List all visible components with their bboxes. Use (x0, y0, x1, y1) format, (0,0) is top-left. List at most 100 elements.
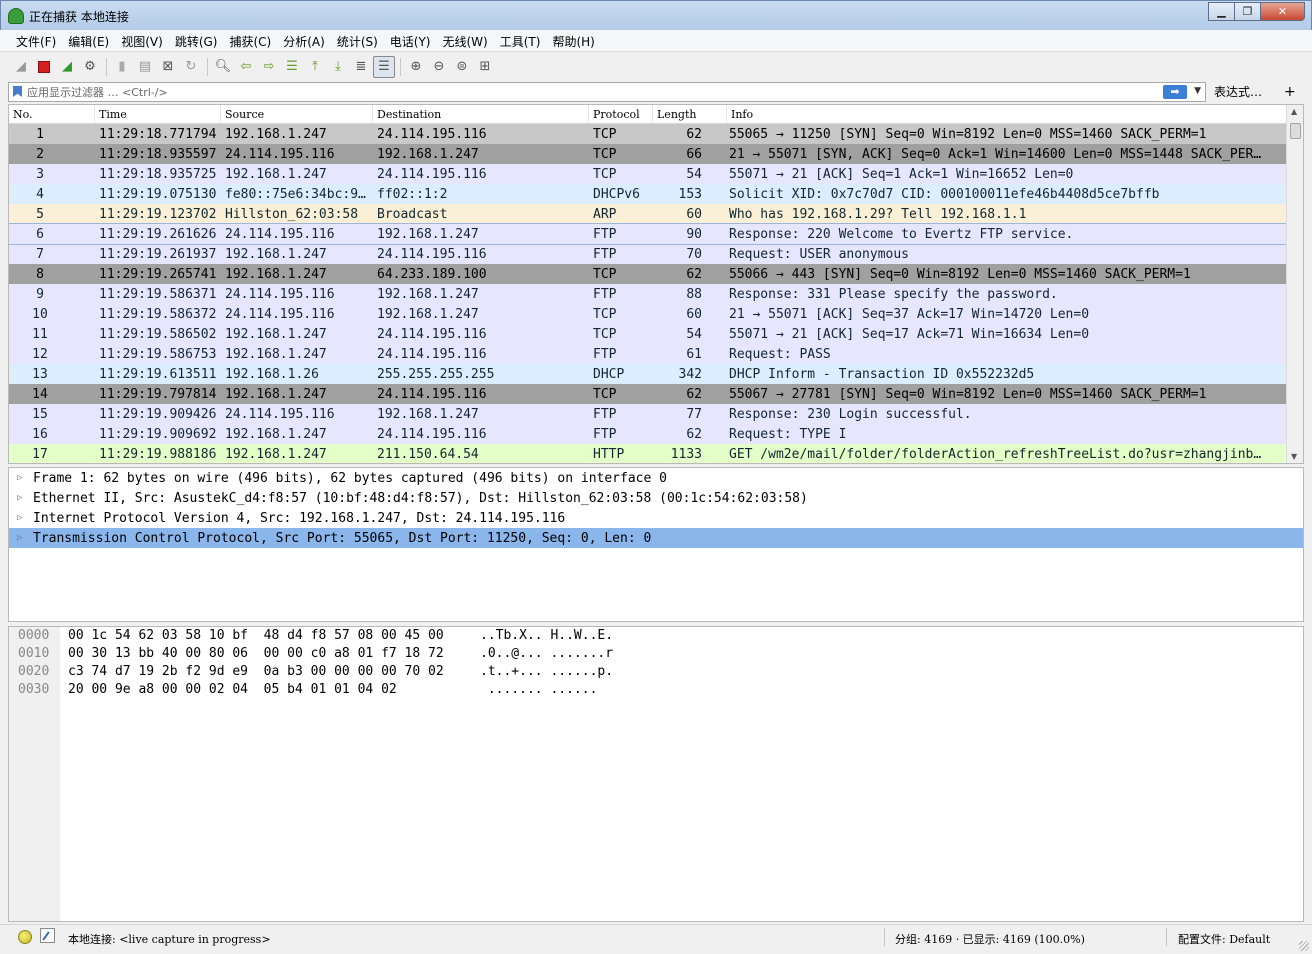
packet-row[interactable]: 17 11:29:19.988186 192.168.1.247 211.150.64… (9, 444, 1303, 463)
hex-bytes[interactable]: 00 30 13 bb 40 00 80 06 00 00 c0 a8 01 f… (60, 646, 472, 664)
packet-row[interactable]: 12 11:29:19.586753 192.168.1.247 24.114.195… (9, 344, 1303, 364)
packet-row[interactable]: 8 11:29:19.265741 192.168.1.247 64.233.189.… (9, 264, 1303, 284)
profile-status[interactable]: 配置文件: Default (1178, 931, 1270, 947)
packet-row[interactable]: 4 11:29:19.075130 fe80::75e6:34bc:9… ff02::… (9, 184, 1303, 204)
packet-row[interactable]: 9 11:29:19.586371 24.114.195.116 192.168.1.… (9, 284, 1303, 304)
expert-info-icon[interactable] (18, 930, 32, 944)
scroll-thumb[interactable] (1290, 123, 1301, 139)
zoom-in-icon[interactable]: ⊕ (405, 56, 427, 78)
packet-row[interactable]: 6 11:29:19.261626 24.114.195.116 192.168.1.… (9, 223, 1303, 245)
packet-time: 11:29:19.988186 (99, 446, 217, 462)
packet-row[interactable]: 16 11:29:19.909692 192.168.1.247 24.114.195… (9, 424, 1303, 444)
go-back-icon[interactable]: ⇦ (235, 56, 257, 78)
maximize-button[interactable]: ❐ (1234, 2, 1260, 21)
minimize-button[interactable]: ▁ (1208, 2, 1234, 21)
go-forward-icon[interactable]: ⇨ (258, 56, 280, 78)
expand-arrow-icon[interactable]: ▷ (17, 513, 33, 523)
menu-telephony[interactable]: 电话(Y) (384, 30, 437, 51)
detail-tree-item[interactable]: ▷ Frame 1: 62 bytes on wire (496 bits), 6… (9, 468, 1303, 488)
expand-arrow-icon[interactable]: ▷ (17, 533, 33, 543)
resize-grip-icon[interactable] (1299, 941, 1309, 951)
hex-ascii[interactable]: .0..@... .......r (472, 646, 613, 664)
expand-arrow-icon[interactable]: ▷ (17, 473, 33, 483)
last-packet-icon[interactable]: ⤓ (327, 56, 349, 78)
restart-icon[interactable]: ◢ (56, 56, 78, 78)
colorize-icon[interactable]: ☰ (373, 55, 395, 78)
packet-source: 24.114.195.116 (225, 286, 335, 302)
status-divider (884, 928, 885, 946)
column-header-time[interactable]: Time (95, 105, 221, 123)
packet-row[interactable]: 5 11:29:19.123702 Hillston_62:03:58 Broadca… (9, 204, 1303, 224)
apply-filter-icon[interactable]: ➡ (1163, 84, 1187, 99)
packet-row[interactable]: 10 11:29:19.586372 24.114.195.116 192.168.1… (9, 304, 1303, 324)
menu-capture[interactable]: 捕获(C) (223, 30, 277, 51)
hex-ascii[interactable]: ..Tb.X.. H..W..E. (472, 628, 613, 646)
menu-statistics[interactable]: 统计(S) (331, 30, 384, 51)
packet-row[interactable]: 13 11:29:19.613511 192.168.1.26 255.255.255… (9, 364, 1303, 384)
hex-offset[interactable]: 0020 (9, 664, 60, 682)
add-filter-button[interactable]: + (1284, 84, 1296, 100)
menu-go[interactable]: 跳转(G) (169, 30, 224, 51)
options-gear-icon[interactable]: ⚙ (79, 56, 101, 78)
menu-tools[interactable]: 工具(T) (494, 30, 547, 51)
hex-bytes[interactable]: 00 1c 54 62 03 58 10 bf 48 d4 f8 57 08 0… (60, 628, 472, 646)
scroll-up-icon[interactable]: ▲ (1291, 107, 1297, 116)
capture-comment-icon[interactable] (40, 928, 55, 943)
packet-row[interactable]: 1 11:29:18.771794 192.168.1.247 24.114.195.… (9, 124, 1303, 144)
stop-icon[interactable] (33, 56, 55, 78)
menu-file[interactable]: 文件(F) (10, 30, 62, 51)
open-file-icon[interactable]: ▮ (111, 56, 133, 78)
menu-help[interactable]: 帮助(H) (546, 30, 600, 51)
scroll-down-icon[interactable]: ▼ (1291, 452, 1297, 461)
column-header-destination[interactable]: Destination (373, 105, 589, 123)
hex-offset[interactable]: 0010 (9, 646, 60, 664)
packet-row[interactable]: 2 11:29:18.935597 24.114.195.116 192.168.1.… (9, 144, 1303, 164)
column-header-source[interactable]: Source (221, 105, 373, 123)
column-header-info[interactable]: Info (727, 105, 1303, 123)
expression-button[interactable]: 表达式… (1214, 83, 1262, 100)
find-icon[interactable]: 🔍︎ (212, 56, 234, 78)
hex-offset[interactable]: 0000 (9, 628, 60, 646)
bookmark-icon[interactable] (13, 86, 22, 97)
hex-bytes[interactable]: c3 74 d7 19 2b f2 9d e9 0a b3 00 00 00 0… (60, 664, 472, 682)
autoscroll-icon[interactable]: ≣ (350, 56, 372, 78)
shark-fin-start-icon[interactable]: ◢ (10, 56, 32, 78)
normal-size-icon[interactable]: ⊜ (451, 56, 473, 78)
resize-columns-icon[interactable]: ⊞ (474, 56, 496, 78)
packet-source: 192.168.1.247 (225, 426, 327, 442)
packet-row[interactable]: 3 11:29:18.935725 192.168.1.247 24.114.195.… (9, 164, 1303, 184)
packet-row[interactable]: 7 11:29:19.261937 192.168.1.247 24.114.195.… (9, 244, 1303, 264)
column-header-protocol[interactable]: Protocol (589, 105, 653, 123)
column-header-length[interactable]: Length (653, 105, 727, 123)
go-to-packet-icon[interactable]: ☰ (281, 56, 303, 78)
packet-row[interactable]: 15 11:29:19.909426 24.114.195.116 192.168.1… (9, 404, 1303, 424)
detail-tree-item[interactable]: ▷ Ethernet II, Src: AsustekC_d4:f8:57 (10… (9, 488, 1303, 508)
hex-ascii[interactable]: ....... ...... (472, 682, 598, 700)
display-filter-input[interactable]: 应用显示过滤器 … <Ctrl-/> ➡ ▼ (8, 81, 1206, 102)
packet-list-scrollbar[interactable]: ▲ ▼ (1286, 105, 1303, 463)
close-file-icon[interactable]: ⊠ (157, 56, 179, 78)
menu-analyze[interactable]: 分析(A) (277, 30, 331, 51)
zoom-out-icon[interactable]: ⊖ (428, 56, 450, 78)
menu-wireless[interactable]: 无线(W) (437, 30, 494, 51)
packet-row[interactable]: 11 11:29:19.586502 192.168.1.247 24.114.195… (9, 324, 1303, 344)
packet-length: 61 (686, 346, 702, 362)
detail-tree-item[interactable]: ▷ Transmission Control Protocol, Src Port… (9, 528, 1303, 548)
hex-ascii[interactable]: .t..+... ......p. (472, 664, 613, 682)
packet-protocol: FTP (593, 406, 617, 422)
chevron-down-icon[interactable]: ▼ (1194, 86, 1201, 96)
hex-bytes[interactable]: 20 00 9e a8 00 00 02 04 05 b4 01 01 04 0… (60, 682, 472, 700)
expand-arrow-icon[interactable]: ▷ (17, 493, 33, 503)
hex-offset[interactable]: 0030 (9, 682, 60, 700)
first-packet-icon[interactable]: ⤒ (304, 56, 326, 78)
column-header-no[interactable]: No. (9, 105, 95, 123)
close-button[interactable]: ✕ (1260, 2, 1305, 21)
packet-row[interactable]: 14 11:29:19.797814 192.168.1.247 24.114.195… (9, 384, 1303, 404)
menu-view[interactable]: 视图(V) (115, 30, 169, 51)
packet-source: 192.168.1.247 (225, 166, 327, 182)
detail-tree-item[interactable]: ▷ Internet Protocol Version 4, Src: 192.1… (9, 508, 1303, 528)
save-icon[interactable]: ▤ (134, 56, 156, 78)
packet-time: 11:29:19.075130 (99, 186, 217, 202)
reload-icon[interactable]: ↻ (180, 56, 202, 78)
menu-edit[interactable]: 编辑(E) (62, 30, 115, 51)
